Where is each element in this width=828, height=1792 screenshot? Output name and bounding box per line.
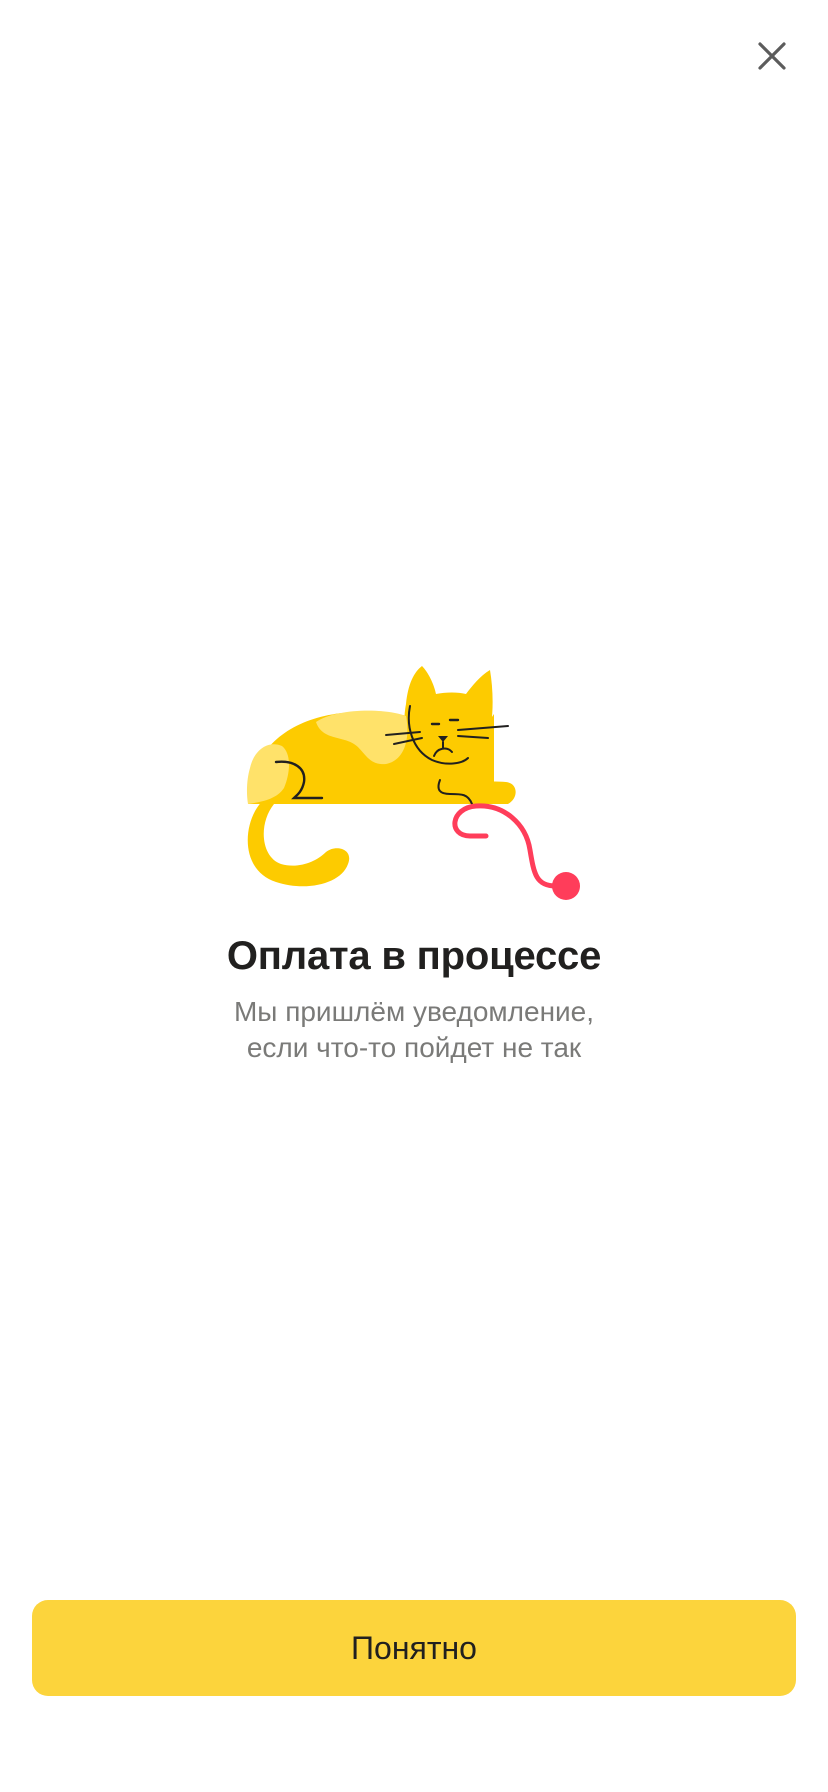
page-title: Оплата в процессе bbox=[226, 934, 602, 978]
close-icon bbox=[756, 40, 788, 72]
subtitle-line-1: Мы пришлём уведомление, bbox=[233, 996, 595, 1027]
cat-illustration bbox=[236, 664, 596, 914]
subtitle-line-2: если что-то пойдет не так bbox=[246, 1032, 582, 1063]
ok-button[interactable]: Понятно bbox=[32, 1600, 796, 1696]
close-button[interactable] bbox=[746, 30, 798, 82]
page-subtitle: Мы пришлём уведомление, если что-то пойд… bbox=[0, 994, 828, 1066]
